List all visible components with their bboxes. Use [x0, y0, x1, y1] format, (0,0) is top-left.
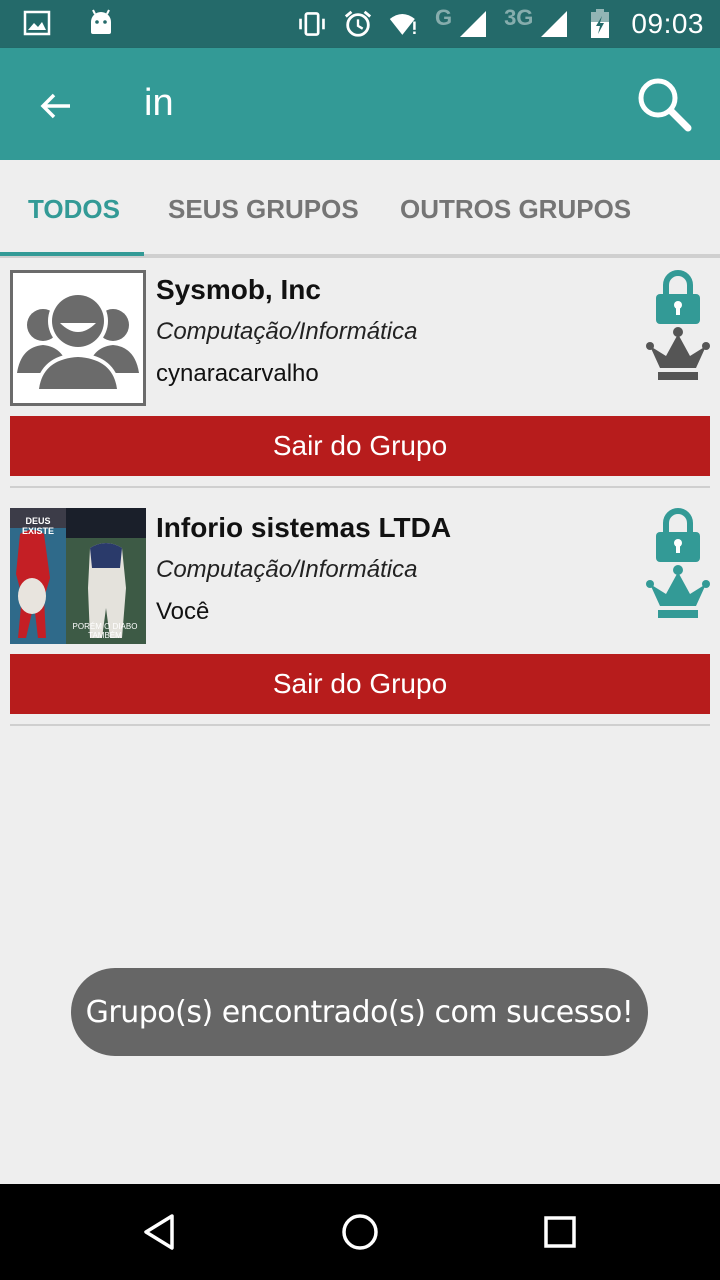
- avatar-caption-bottom: PORÉM O DIABO TAMBÉM: [72, 622, 138, 640]
- toast-message: Grupo(s) encontrado(s) com sucesso!: [71, 968, 648, 1056]
- group-name: Sysmob, Inc: [156, 274, 321, 305]
- signal-icon: [458, 9, 488, 39]
- back-button[interactable]: [30, 80, 82, 132]
- crown-icon: [646, 327, 710, 380]
- status-bar: G 3G 09:03: [0, 0, 720, 48]
- lock-icon: [656, 508, 700, 562]
- group-owner: cynaracarvalho: [156, 360, 319, 387]
- default-group-avatar: [10, 270, 146, 406]
- photo-avatar: DEUS EXISTE PORÉM O DIABO TAMBÉM: [10, 508, 146, 644]
- network-3g-label: 3G: [504, 5, 534, 30]
- search-icon: [638, 78, 692, 132]
- group-item[interactable]: Sysmob, Inc Computação/Informática cynar…: [10, 270, 710, 476]
- alarm-icon: [343, 9, 373, 39]
- tab-bar: TODOS SEUS GRUPOS OUTROS GRUPOS: [0, 160, 720, 258]
- group-category: Computação/Informática: [156, 318, 418, 345]
- nav-back-button[interactable]: [136, 1208, 184, 1256]
- tab-outros-grupos[interactable]: OUTROS GRUPOS: [400, 160, 631, 258]
- nav-home-button[interactable]: [336, 1208, 384, 1256]
- image-icon: [22, 8, 52, 38]
- android-icon: [86, 8, 116, 38]
- group-owner: Você: [156, 598, 210, 625]
- nav-recents-button[interactable]: [536, 1208, 584, 1256]
- search-query-title: in: [144, 82, 174, 124]
- crown-icon: [646, 565, 710, 618]
- leave-group-button[interactable]: Sair do Grupo: [10, 654, 710, 714]
- divider: [10, 486, 710, 488]
- group-name: Inforio sistemas LTDA: [156, 512, 452, 543]
- square-recents-icon: [544, 1216, 576, 1248]
- clock: 09:03: [631, 8, 704, 39]
- network-g-label: G: [434, 5, 453, 30]
- app-bar: in: [0, 48, 720, 160]
- divider: [10, 724, 710, 726]
- search-button[interactable]: [632, 72, 696, 136]
- avatar-caption-top: DEUS EXISTE: [21, 516, 54, 536]
- tab-seus-grupos[interactable]: SEUS GRUPOS: [168, 160, 359, 258]
- leave-group-button[interactable]: Sair do Grupo: [10, 416, 710, 476]
- circle-home-icon: [342, 1214, 378, 1250]
- lock-icon: [656, 270, 700, 324]
- signal-3g-icon: [539, 9, 569, 39]
- tab-todos[interactable]: TODOS: [28, 160, 120, 258]
- battery-icon: [585, 9, 615, 39]
- group-item[interactable]: DEUS EXISTE PORÉM O DIABO TAMBÉM Inforio…: [10, 508, 710, 714]
- group-category: Computação/Informática: [156, 556, 418, 583]
- triangle-back-icon: [144, 1214, 174, 1250]
- wifi-icon: [389, 9, 419, 39]
- vibrate-icon: [297, 9, 327, 39]
- arrow-back-icon: [40, 93, 70, 119]
- tab-indicator: [0, 252, 144, 256]
- navigation-bar: [0, 1184, 720, 1280]
